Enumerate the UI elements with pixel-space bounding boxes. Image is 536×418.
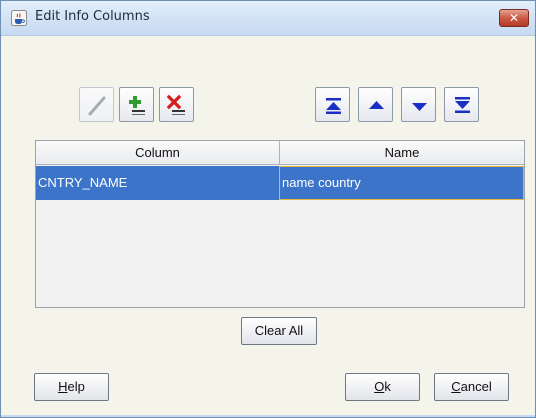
- move-up-button[interactable]: [358, 87, 393, 122]
- move-up-icon: [369, 101, 384, 109]
- clear-all-button[interactable]: Clear All: [241, 317, 317, 345]
- move-to-top-button[interactable]: [315, 87, 350, 122]
- window-title: Edit Info Columns: [35, 9, 150, 24]
- dialog-window: Edit Info Columns ✕ Column Name CNTRY_NA…: [0, 0, 536, 418]
- move-to-bottom-icon: [455, 97, 470, 113]
- ok-mnemonic: O: [374, 379, 385, 394]
- help-label: elp: [67, 379, 85, 394]
- edit-button[interactable]: [79, 87, 114, 122]
- window-bottom-border: [1, 415, 535, 417]
- ok-label: k: [384, 379, 391, 394]
- cell-name[interactable]: name country: [279, 166, 524, 200]
- close-icon: ✕: [508, 11, 520, 25]
- title-bar[interactable]: Edit Info Columns ✕: [1, 1, 535, 36]
- delete-row-button[interactable]: [159, 87, 194, 122]
- help-mnemonic: H: [58, 379, 68, 394]
- edit-pencil-icon: [88, 96, 106, 116]
- move-down-icon: [412, 103, 427, 111]
- columns-table[interactable]: Column Name CNTRY_NAME name country: [35, 140, 525, 308]
- ok-button[interactable]: Ok: [345, 373, 420, 401]
- cell-column[interactable]: CNTRY_NAME: [36, 166, 279, 200]
- move-to-top-icon: [326, 98, 341, 114]
- move-to-bottom-button[interactable]: [444, 87, 479, 122]
- add-row-button[interactable]: [119, 87, 154, 122]
- cancel-label: ancel: [460, 379, 492, 394]
- help-button[interactable]: Help: [34, 373, 109, 401]
- table-row[interactable]: CNTRY_NAME name country: [36, 166, 524, 200]
- move-down-button[interactable]: [401, 87, 436, 122]
- delete-row-icon: [166, 94, 185, 115]
- close-button[interactable]: ✕: [499, 9, 529, 27]
- column-header-column[interactable]: Column: [36, 141, 280, 165]
- add-row-icon: [129, 96, 145, 115]
- cancel-mnemonic: C: [451, 379, 461, 394]
- column-header-name[interactable]: Name: [280, 141, 524, 165]
- cancel-button[interactable]: Cancel: [434, 373, 509, 401]
- java-cup-icon: [11, 10, 27, 26]
